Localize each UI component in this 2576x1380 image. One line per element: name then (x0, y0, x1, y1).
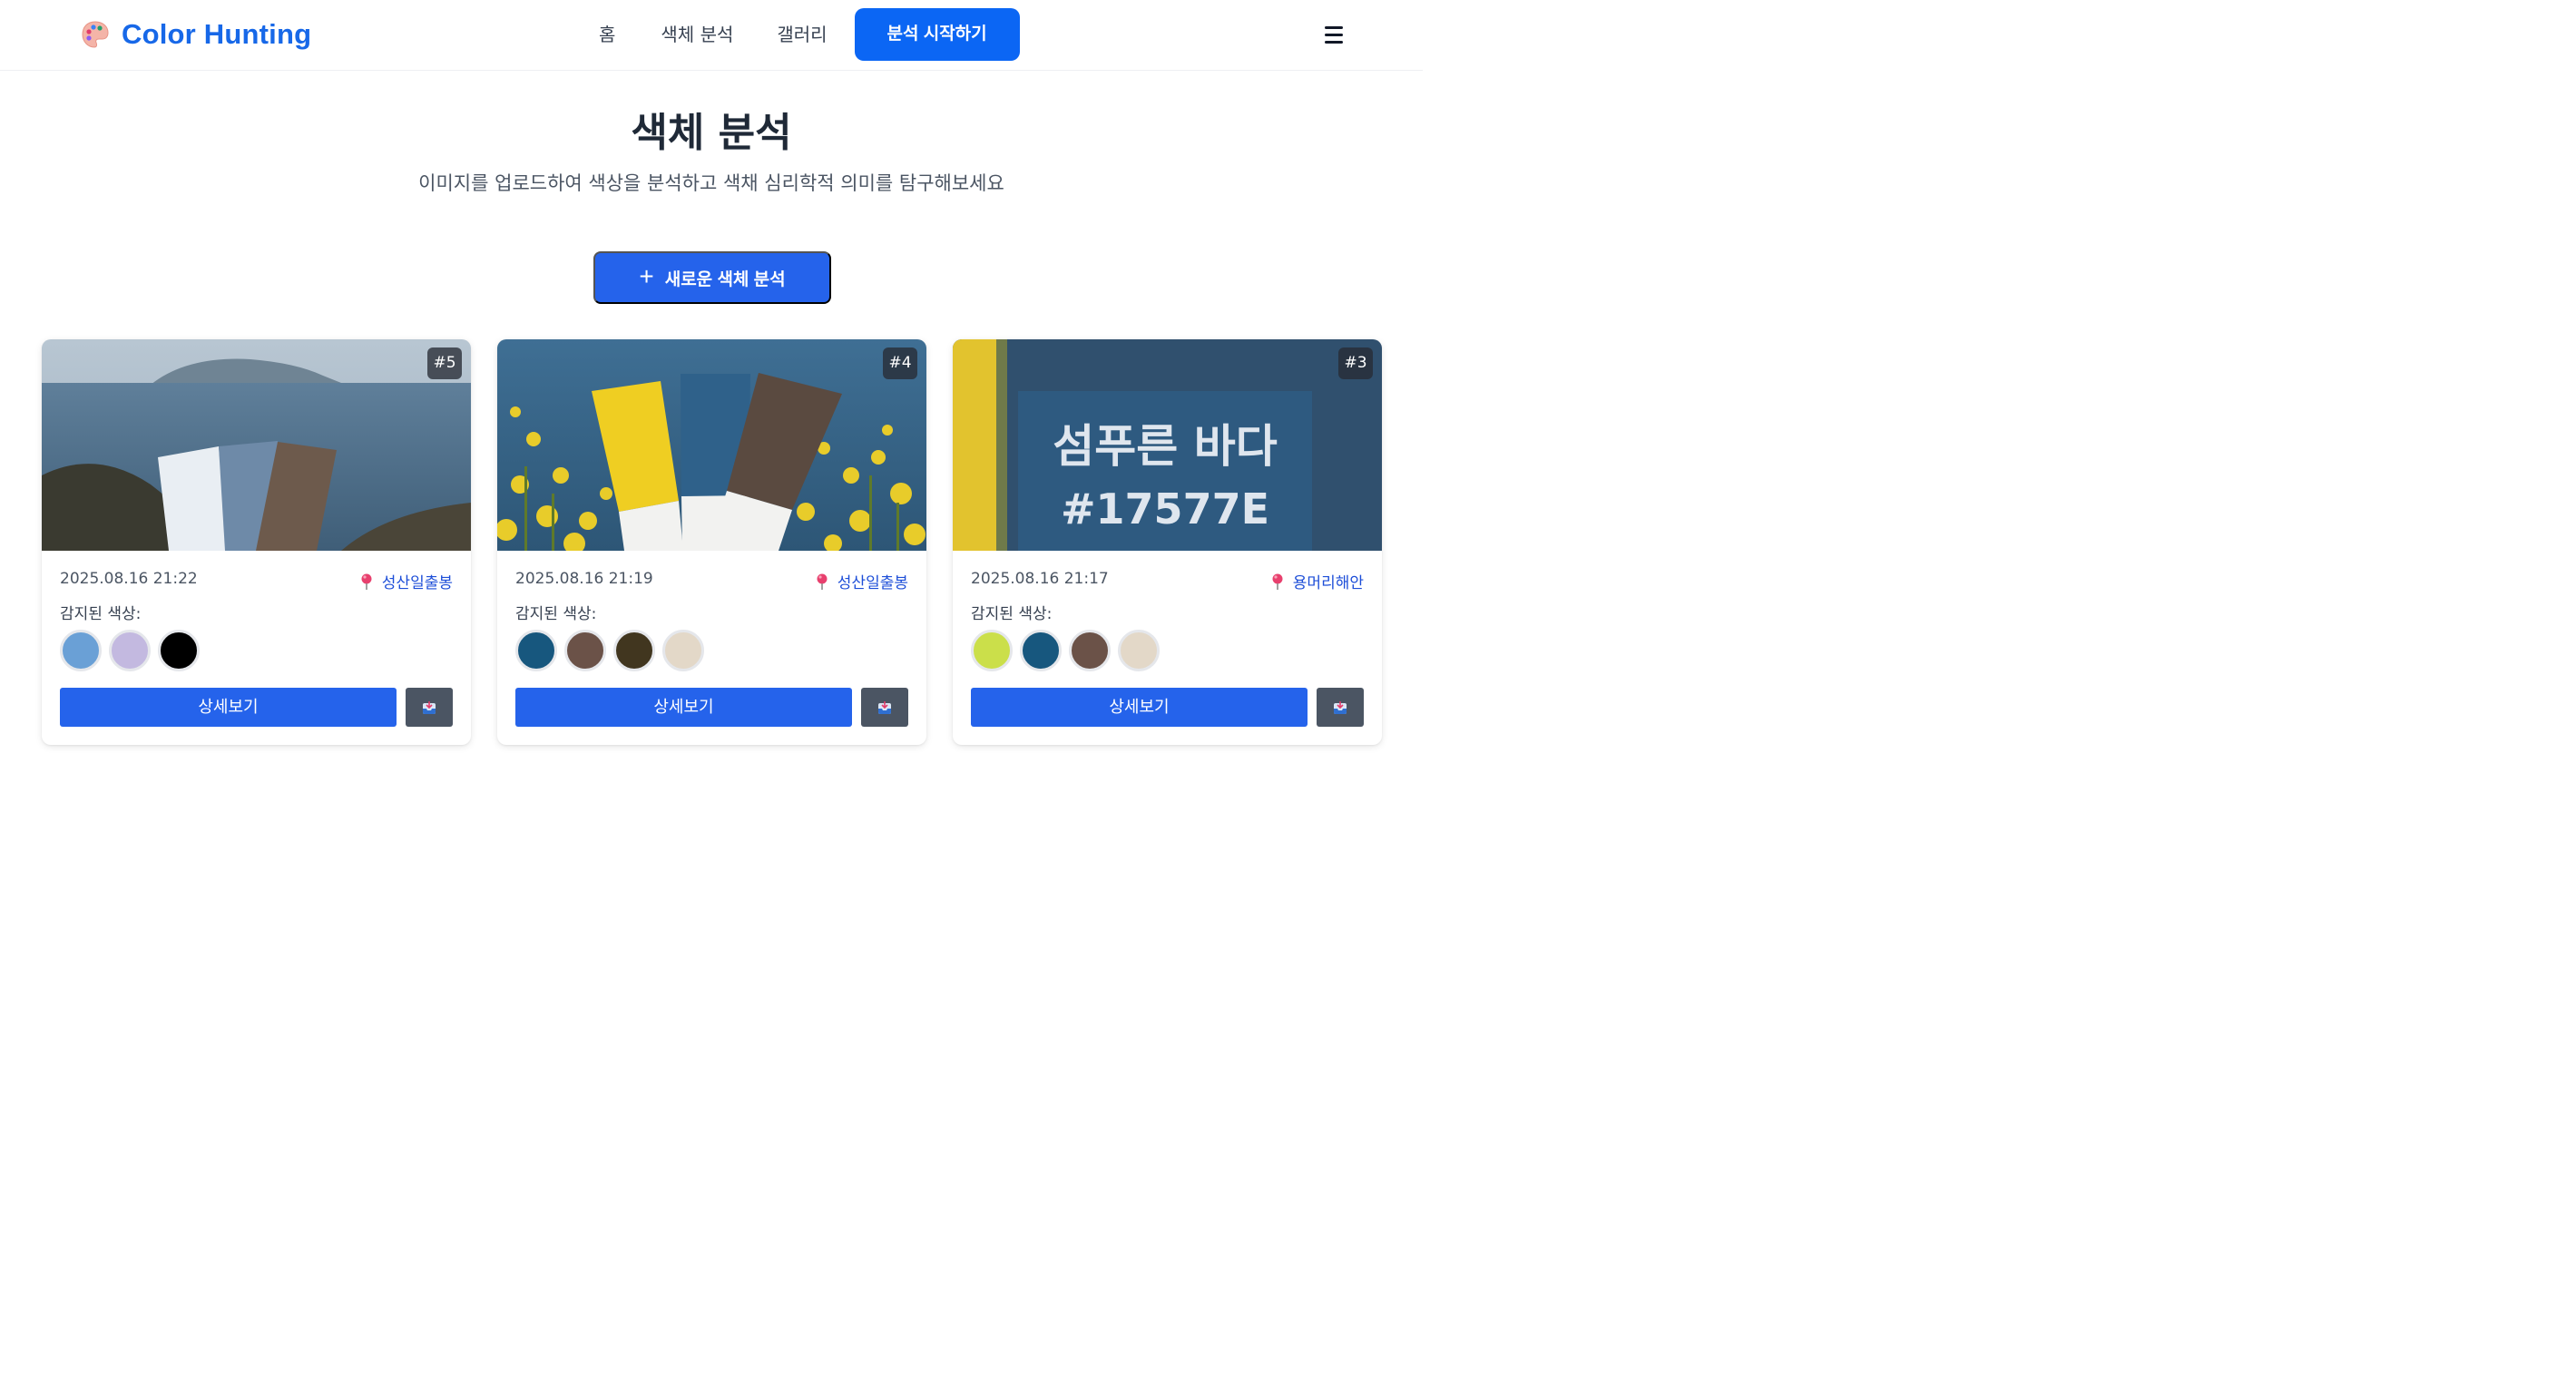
card-location[interactable]: 용머리해안 (1271, 570, 1364, 592)
new-analysis-button[interactable]: + 새로운 색체 분석 (593, 251, 831, 304)
card-location-label: 성산일출봉 (381, 574, 453, 592)
share-inbox-icon (423, 700, 436, 714)
color-swatch[interactable] (1020, 630, 1062, 671)
card-date: 2025.08.16 21:22 (60, 570, 198, 588)
color-swatch[interactable] (564, 630, 606, 671)
plus-icon: + (639, 261, 654, 290)
share-button[interactable] (1317, 688, 1364, 727)
card-meta: 2025.08.16 21:17 용머리해안 (971, 570, 1364, 592)
card-number-badge: #4 (883, 347, 917, 379)
color-swatch[interactable] (60, 630, 102, 671)
palette-icon (82, 21, 109, 48)
card-number-badge: #5 (427, 347, 462, 379)
app-name: Color Hunting (122, 18, 312, 50)
color-swatch[interactable] (515, 630, 557, 671)
detected-colors-label: 감지된 색상: (60, 605, 142, 623)
card-date: 2025.08.16 21:19 (515, 570, 653, 588)
color-swatch[interactable] (971, 630, 1013, 671)
color-swatches (60, 630, 200, 671)
card-location-label: 성산일출봉 (837, 574, 908, 592)
card-location[interactable]: 성산일출봉 (360, 570, 453, 592)
hamburger-menu-icon[interactable] (1319, 22, 1348, 49)
view-details-button[interactable]: 상세보기 (60, 688, 397, 727)
view-details-button[interactable]: 상세보기 (971, 688, 1308, 727)
start-analysis-button[interactable]: 분석 시작하기 (854, 8, 1020, 61)
card-photo[interactable]: 섬푸른 바다 #17577E #3 (953, 339, 1382, 551)
card-photo[interactable]: #4 (497, 339, 926, 551)
page-subtitle: 이미지를 업로드하여 색상을 분석하고 색채 심리학적 의미를 탐구해보세요 (418, 172, 1004, 194)
nav-link-home[interactable]: 홈 (599, 8, 615, 61)
detected-colors-label: 감지된 색상: (971, 605, 1053, 623)
map-pin-icon (361, 573, 372, 590)
card-location[interactable]: 성산일출봉 (816, 570, 908, 592)
nav-link-gallery[interactable]: 갤러리 (777, 8, 827, 61)
image-caption-title: 섬푸른 바다 (1053, 420, 1278, 473)
view-details-button[interactable]: 상세보기 (515, 688, 852, 727)
image-caption-code: #17577E (1061, 484, 1269, 533)
card-location-label: 용머리해안 (1292, 574, 1364, 592)
analysis-card[interactable]: 섬푸른 바다 #17577E #3 2025.08.16 21:17 용머리해안… (953, 339, 1382, 745)
color-swatch[interactable] (662, 630, 704, 671)
analysis-card[interactable]: #4 2025.08.16 21:19 성산일출봉 감지된 색상: 상세보기 (497, 339, 926, 745)
analysis-card[interactable]: #5 2025.08.16 21:22 성산일출봉 감지된 색상: 상세보기 (42, 339, 471, 745)
share-inbox-icon (878, 700, 891, 714)
top-navigation-bar: Color Hunting 홈 색체 분석 갤러리 분석 시작하기 (0, 0, 1423, 71)
color-swatches (971, 630, 1160, 671)
page-title: 색체 분석 (631, 110, 792, 156)
share-button[interactable] (861, 688, 908, 727)
card-meta: 2025.08.16 21:22 성산일출봉 (60, 570, 453, 592)
card-number-badge: #3 (1338, 347, 1373, 379)
color-swatch[interactable] (109, 630, 151, 671)
card-date: 2025.08.16 21:17 (971, 570, 1109, 588)
main-nav: 홈 색체 분석 갤러리 분석 시작하기 (599, 8, 1020, 61)
share-button[interactable] (406, 688, 453, 727)
new-analysis-label: 새로운 색체 분석 (664, 269, 786, 289)
app-logo[interactable]: Color Hunting (80, 18, 311, 51)
detected-colors-label: 감지된 색상: (515, 605, 597, 623)
map-pin-icon (817, 573, 828, 590)
share-inbox-icon (1334, 700, 1347, 714)
color-swatch[interactable] (158, 630, 200, 671)
nav-link-color-analysis[interactable]: 색체 분석 (661, 8, 733, 61)
color-swatch[interactable] (613, 630, 655, 671)
color-swatches (515, 630, 704, 671)
color-swatch[interactable] (1118, 630, 1160, 671)
card-meta: 2025.08.16 21:19 성산일출봉 (515, 570, 908, 592)
card-photo[interactable]: #5 (42, 339, 471, 551)
color-swatch[interactable] (1069, 630, 1111, 671)
map-pin-icon (1272, 573, 1283, 590)
